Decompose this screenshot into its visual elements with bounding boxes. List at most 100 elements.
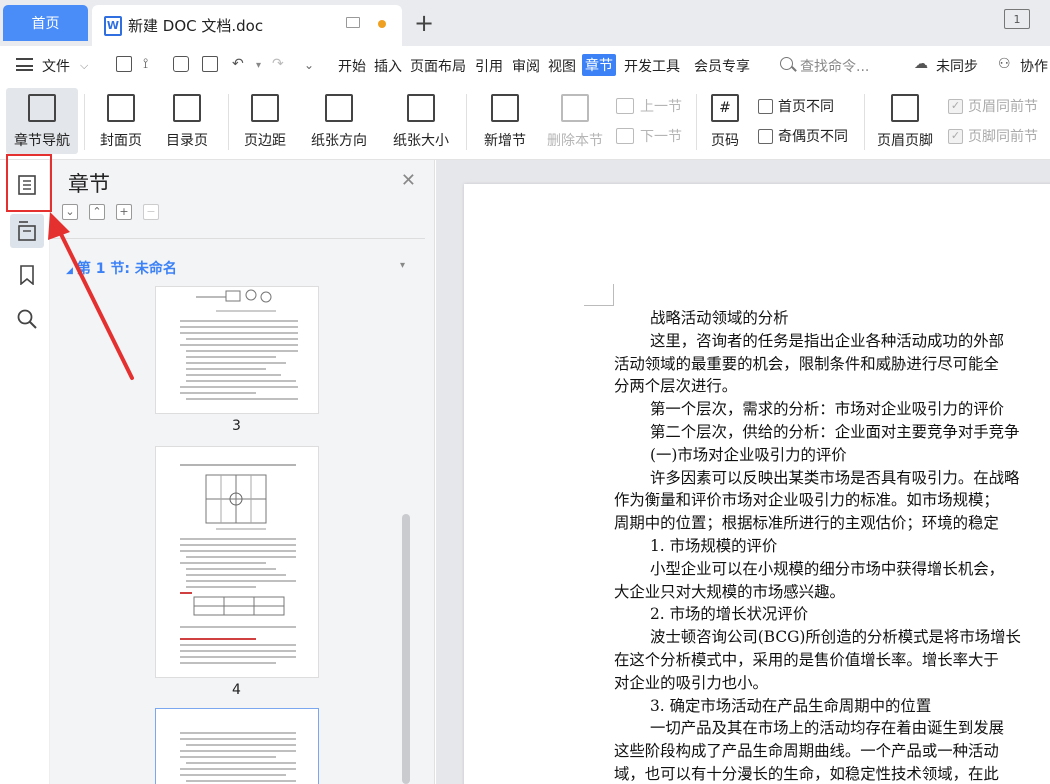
hamburger-icon[interactable] [16, 58, 33, 71]
delete-section-button[interactable]: 删除本节 [542, 88, 608, 154]
sync-status[interactable]: 未同步 [936, 56, 978, 76]
chapter-icon [18, 221, 36, 241]
find-button[interactable] [10, 302, 44, 336]
page-number-button[interactable]: # 页码 [702, 88, 748, 154]
cover-page-button[interactable]: 封面页 [90, 88, 152, 154]
document-line: 许多因素可以反映出某类市场是否具有吸引力。在战略 [650, 468, 1020, 487]
document-area: 战略活动领域的分析 这里，咨询者的任务是指出企业各种活动成功的外部 活动领域的最重要… [436, 160, 1050, 784]
bookmark-button[interactable] [10, 258, 44, 292]
monitor-icon[interactable] [346, 17, 360, 28]
divider [864, 94, 865, 150]
orientation-button[interactable]: 纸张方向 [302, 88, 376, 154]
document-line: 一切产品及其在市场上的活动均存在着由诞生到发展 [650, 719, 1004, 738]
search-icon[interactable] [780, 57, 793, 70]
delete-section-icon [561, 94, 589, 122]
command-search[interactable]: 查找命令... [800, 56, 869, 76]
collab-icon[interactable]: ⚇ [998, 56, 1011, 72]
checkbox-box [758, 128, 773, 144]
panel-title: 章节 [68, 172, 110, 196]
orientation-icon [325, 94, 353, 122]
toc-icon [173, 94, 201, 122]
menu-review[interactable]: 审阅 [512, 56, 540, 76]
menu-references[interactable]: 引用 [475, 56, 503, 76]
format-painter-icon[interactable]: ⟟ [143, 56, 148, 72]
print-preview-icon[interactable] [202, 56, 218, 72]
page-preview [180, 732, 296, 782]
close-icon[interactable]: ✕ [401, 170, 416, 191]
print-icon[interactable] [173, 56, 189, 72]
caret-icon: ◢ [66, 266, 73, 276]
search-icon [17, 309, 37, 329]
document-line: 这里，咨询者的任务是指出企业各种活动成功的外部 [650, 331, 1004, 350]
add-tab-button[interactable]: + [414, 9, 434, 37]
cloud-sync-icon[interactable]: ☁ [914, 56, 928, 72]
footer-same-as-prev-checkbox[interactable]: 页脚同前节 [948, 126, 1038, 146]
document-line: 第二个层次，供给的分析：企业面对主要竞争对手竞争 [650, 422, 1020, 441]
document-page[interactable]: 战略活动领域的分析 这里，咨询者的任务是指出企业各种活动成功的外部 活动领域的最重要… [464, 184, 1050, 784]
margin-button[interactable]: 页边距 [234, 88, 296, 154]
menu-section[interactable]: 章节 [582, 54, 616, 76]
page-thumbnail[interactable] [155, 286, 319, 414]
tab-bar: 首页 W 新建 DOC 文档.doc + 1 [0, 0, 1050, 46]
next-section-icon [616, 128, 634, 144]
chapter-nav-panel: 章节 ✕ ⌄ ⌃ + − ◢ 第 1 节: 未命名 ▾ 3 4 [50, 160, 435, 784]
first-page-different-checkbox[interactable]: 首页不同 [758, 96, 834, 116]
document-line: 域，也可以有十分漫长的生命，如稳定性技术领域，在此 [614, 764, 999, 783]
divider [84, 94, 85, 150]
toc-page-button[interactable]: 目录页 [156, 88, 218, 154]
header-same-as-prev-checkbox[interactable]: 页眉同前节 [948, 96, 1038, 116]
add-icon[interactable]: + [116, 204, 132, 220]
menu-member[interactable]: 会员专享 [694, 56, 750, 76]
document-line: 战略活动领域的分析 [650, 309, 789, 327]
section-heading[interactable]: ◢ 第 1 节: 未命名 [66, 258, 177, 278]
chevron-down-icon[interactable]: ▾ [400, 260, 405, 271]
tab-home[interactable]: 首页 [3, 5, 88, 41]
chapter-view-button[interactable] [10, 214, 44, 248]
window-count-icon[interactable]: 1 [1004, 9, 1030, 29]
page-thumbnail-selected[interactable] [155, 708, 319, 784]
left-icon-strip [0, 160, 50, 784]
prev-section-button[interactable]: 上一节 [616, 96, 682, 116]
menu-start[interactable]: 开始 [338, 56, 366, 76]
save-icon[interactable] [116, 56, 132, 72]
margin-icon [251, 94, 279, 122]
paper-size-icon [407, 94, 435, 122]
page-thumbnail[interactable] [155, 446, 319, 678]
page-number-label: 3 [232, 418, 241, 434]
divider [228, 94, 229, 150]
collapse-icon[interactable]: ⌃ [89, 204, 105, 220]
redo-icon[interactable]: ↷ [272, 56, 284, 72]
undo-icon[interactable]: ↶ [232, 56, 244, 72]
panel-toolbar: ⌄ ⌃ + − [62, 204, 159, 220]
checkbox-box [948, 98, 963, 114]
menu-page-layout[interactable]: 页面布局 [410, 56, 466, 76]
menu-file[interactable]: 文件 [42, 56, 70, 76]
highlight-box [6, 154, 52, 212]
document-line: 3. 确定市场活动在产品生命周期中的位置 [650, 696, 932, 715]
collab-button[interactable]: 协作 [1020, 56, 1048, 76]
next-section-button[interactable]: 下一节 [616, 126, 682, 146]
odd-even-different-checkbox[interactable]: 奇偶页不同 [758, 126, 848, 146]
document-body[interactable]: 战略活动领域的分析 这里，咨询者的任务是指出企业各种活动成功的外部 活动领域的最重要… [614, 307, 1050, 784]
header-footer-button[interactable]: 页眉页脚 [872, 88, 938, 154]
menu-insert[interactable]: 插入 [374, 56, 402, 76]
remove-icon[interactable]: − [143, 204, 159, 220]
word-doc-icon: W [104, 15, 122, 36]
expand-icon[interactable]: ⌄ [62, 204, 78, 220]
page-preview [180, 289, 298, 400]
page-number-icon: # [711, 94, 739, 122]
document-line: 2. 市场的增长状况评价 [650, 605, 809, 624]
tab-document[interactable]: W 新建 DOC 文档.doc [92, 5, 402, 46]
chapter-nav-icon [28, 94, 56, 122]
menu-view[interactable]: 视图 [548, 56, 576, 76]
menu-bar: 文件 ⌵ ⟟ ↶ ▾ ↷ ⌄ 开始 插入 页面布局 引用 审阅 视图 章节 开发… [0, 46, 1050, 84]
new-section-button[interactable]: 新增节 [474, 88, 536, 154]
chevron-down-icon[interactable]: ⌵ [80, 59, 88, 73]
customize-dropdown-icon[interactable]: ⌄ [304, 58, 314, 72]
undo-dropdown-icon[interactable]: ▾ [256, 60, 261, 71]
panel-scrollbar[interactable] [402, 514, 410, 784]
document-line: 第一个层次，需求的分析：市场对企业吸引力的评价 [650, 400, 1004, 419]
chapter-nav-button[interactable]: 章节导航 [6, 88, 78, 154]
menu-developer[interactable]: 开发工具 [624, 56, 680, 76]
paper-size-button[interactable]: 纸张大小 [384, 88, 458, 154]
